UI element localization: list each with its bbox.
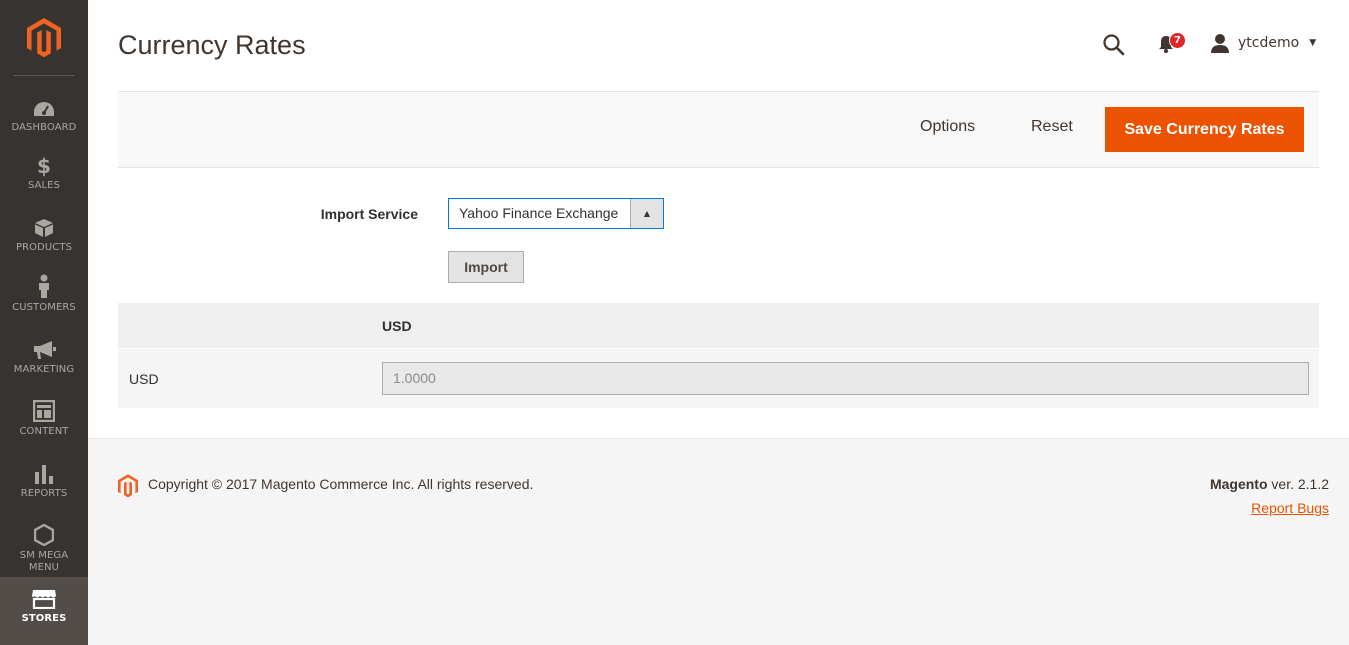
sidebar-item-dashboard[interactable]: DASHBOARD — [0, 92, 88, 154]
page-title: Currency Rates — [118, 30, 306, 60]
sidebar-item-label: DASHBOARD — [11, 122, 77, 133]
footer-divider — [88, 438, 1349, 439]
sidebar-item-stores[interactable]: STORES — [0, 577, 88, 645]
import-service-label: Import Service — [320, 206, 418, 222]
footer-version: Magento ver. 2.1.2 — [1210, 476, 1329, 492]
sidebar-item-label: CUSTOMERS — [12, 302, 76, 313]
user-menu[interactable]: ytcdemo ▼ — [1210, 33, 1316, 53]
row-currency-label: USD — [129, 371, 159, 387]
import-service-select[interactable]: Yahoo Finance Exchange ▲ — [448, 198, 664, 229]
sidebar-item-products[interactable]: PRODUCTS — [0, 212, 88, 274]
storefront-icon — [32, 590, 56, 609]
notifications-badge: 7 — [1169, 32, 1186, 49]
sidebar-item-label: SM MEGA MENU — [19, 550, 69, 573]
save-currency-rates-button[interactable]: Save Currency Rates — [1105, 107, 1304, 152]
layout-icon — [33, 400, 55, 422]
bar-chart-icon — [35, 465, 53, 484]
page-gutter-left — [88, 91, 118, 168]
footer-logo — [118, 474, 138, 502]
footer-brand: Magento — [1209, 476, 1268, 492]
sidebar-item-label: MARKETING — [13, 364, 75, 375]
admin-sidebar: DASHBOARD $ SALES PRODUCTS CUSTOMERS MAR… — [0, 0, 88, 645]
username: ytcdemo — [1238, 35, 1300, 51]
sidebar-item-marketing[interactable]: MARKETING — [0, 334, 88, 396]
rates-table-header: USD — [118, 303, 1319, 348]
import-service-value: Yahoo Finance Exchange — [459, 205, 619, 221]
footer-version-number: ver. 2.1.2 — [1271, 476, 1329, 492]
search-icon — [1103, 34, 1125, 56]
box-icon — [35, 219, 53, 237]
hexagon-icon — [34, 524, 54, 546]
sidebar-item-reports[interactable]: REPORTS — [0, 458, 88, 520]
column-header-usd: USD — [382, 318, 412, 334]
logo-separator — [13, 75, 75, 76]
sidebar-item-label: PRODUCTS — [15, 242, 73, 253]
reset-button[interactable]: Reset — [1031, 118, 1073, 136]
megaphone-icon — [34, 341, 56, 359]
person-icon — [39, 274, 49, 298]
sidebar-item-label: CONTENT — [19, 426, 69, 437]
user-icon — [1211, 34, 1229, 53]
select-arrow-icon[interactable]: ▲ — [630, 199, 663, 228]
dollar-icon: $ — [36, 154, 52, 178]
sidebar-item-sales[interactable]: $ SALES — [0, 150, 88, 212]
sidebar-item-customers[interactable]: CUSTOMERS — [0, 272, 88, 334]
sidebar-item-label: REPORTS — [20, 488, 68, 499]
dashboard-icon — [34, 102, 54, 116]
sidebar-item-label: STORES — [21, 613, 67, 624]
table-row: USD 1.0000 — [118, 349, 1319, 408]
sidebar-item-sm-mega-menu[interactable]: SM MEGA MENU — [0, 520, 88, 582]
chevron-down-icon: ▼ — [1309, 38, 1317, 48]
global-search-button[interactable] — [1102, 33, 1126, 57]
sidebar-item-label: SALES — [27, 180, 61, 191]
options-button[interactable]: Options — [920, 118, 975, 136]
sidebar-item-content[interactable]: CONTENT — [0, 396, 88, 458]
magento-logo-icon — [27, 18, 61, 58]
rate-input-usd[interactable]: 1.0000 — [382, 362, 1309, 395]
report-bugs-link[interactable]: Report Bugs — [1251, 500, 1329, 516]
import-button[interactable]: Import — [448, 251, 524, 283]
page-gutter-right — [1319, 91, 1349, 168]
magento-logo[interactable] — [0, 0, 88, 76]
footer-copyright: Copyright © 2017 Magento Commerce Inc. A… — [148, 476, 534, 492]
magento-logo-icon — [118, 474, 138, 498]
